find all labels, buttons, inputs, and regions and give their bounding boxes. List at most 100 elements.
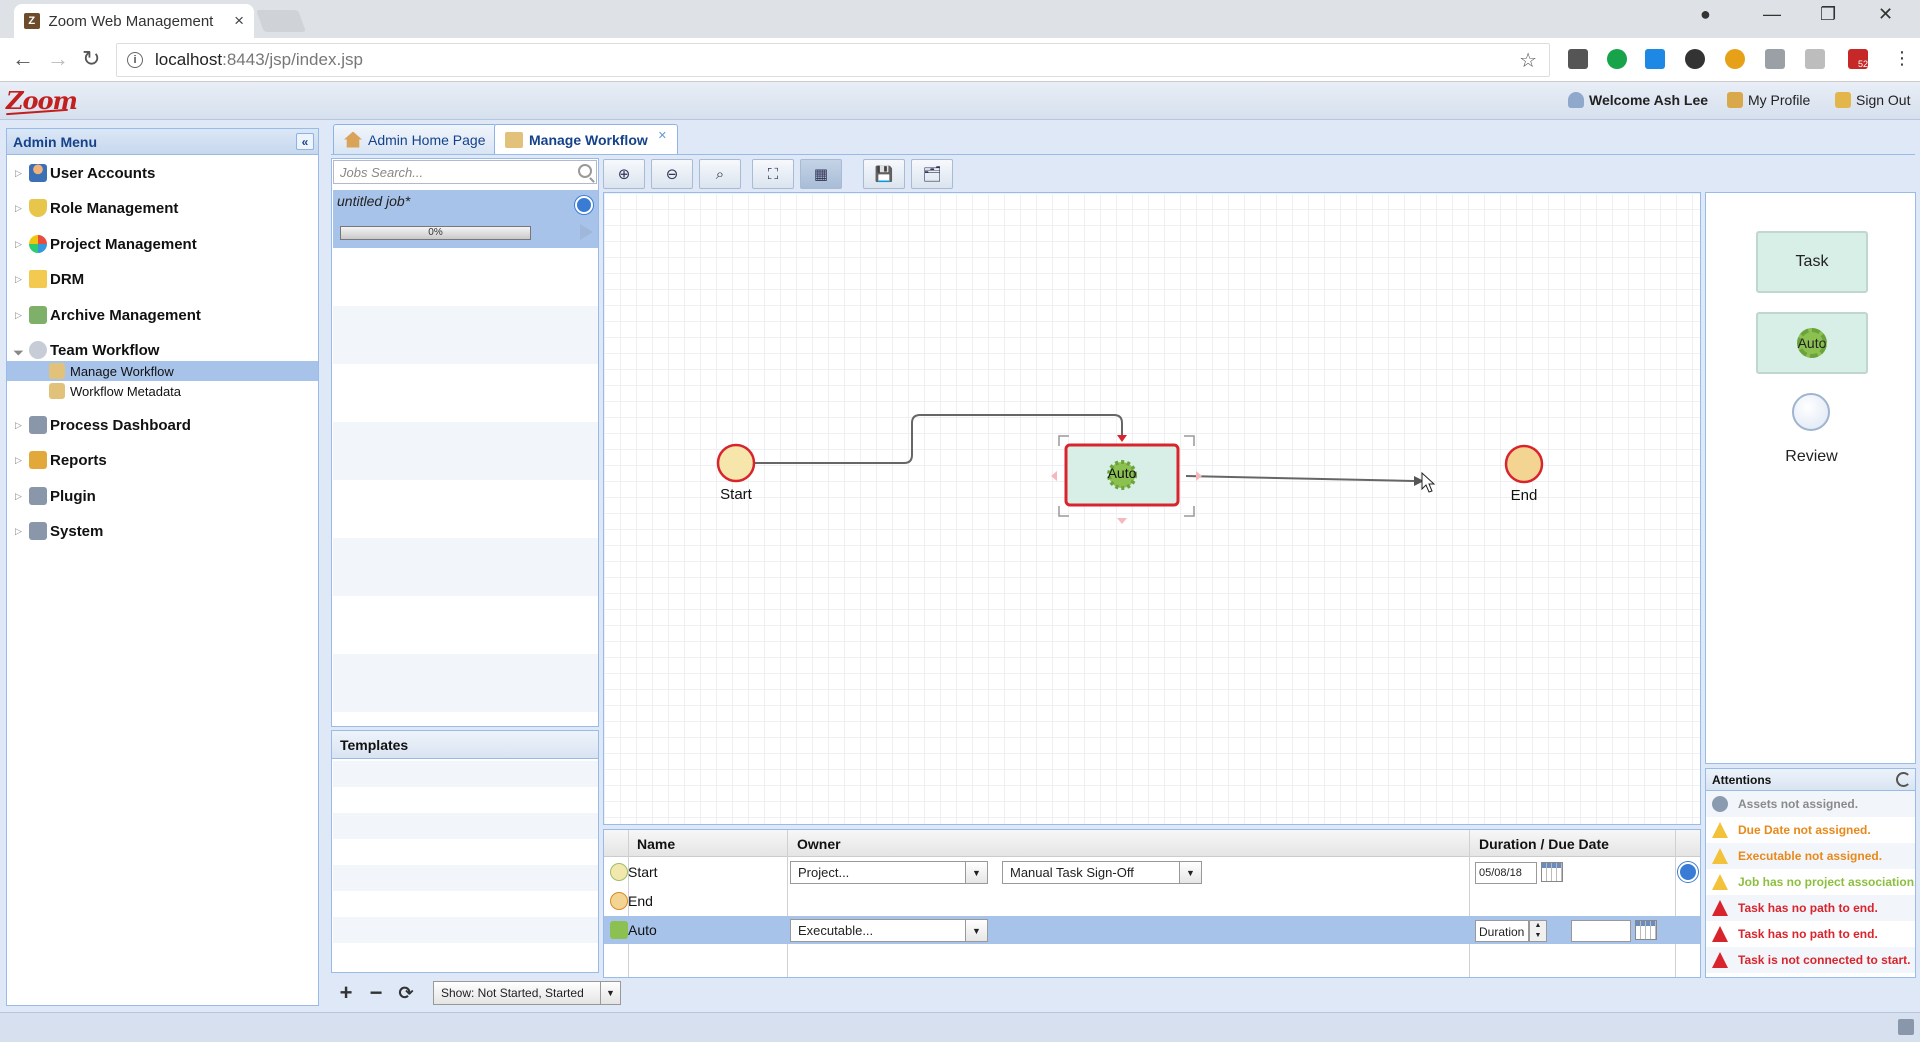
column-duration[interactable]: Duration / Due Date — [1479, 836, 1609, 852]
browser-tab[interactable]: Z Zoom Web Management × — [14, 4, 254, 38]
column-name[interactable]: Name — [637, 836, 675, 852]
add-job-button[interactable]: + — [331, 980, 361, 1006]
menu-item-manage-workflow[interactable]: Manage Workflow — [7, 361, 318, 381]
zoom-out-button[interactable]: ⊖ — [651, 159, 693, 189]
minimize-icon[interactable]: — — [1763, 4, 1781, 25]
menu-item-reports[interactable]: ▷ Reports — [7, 448, 318, 472]
expand-arrow-icon[interactable]: ▷ — [15, 239, 22, 250]
moon-icon[interactable] — [1685, 49, 1705, 69]
bookmark-star-icon[interactable]: ☆ — [1519, 48, 1537, 73]
duration-field[interactable]: Duration — [1475, 920, 1529, 942]
extension-icon[interactable] — [1765, 49, 1785, 69]
new-tab-button[interactable] — [255, 10, 307, 32]
attention-item[interactable]: Job has no project association. — [1706, 869, 1915, 895]
attention-item[interactable]: Due Date not assigned. — [1706, 817, 1915, 843]
table-row[interactable]: Start Project... ▼ Manual Task Sign-Off … — [604, 858, 1700, 886]
palette-auto[interactable]: Auto — [1756, 312, 1868, 374]
forward-icon[interactable]: → — [47, 46, 69, 72]
menu-item-drm[interactable]: ▷ DRM — [7, 267, 318, 291]
job-item[interactable]: untitled job* 0% — [333, 190, 598, 248]
toggle-grid-button[interactable]: ▦ — [800, 159, 842, 189]
back-icon[interactable]: ← — [12, 46, 34, 72]
attention-item[interactable]: Task has no path to end. — [1706, 921, 1915, 947]
mail-icon[interactable]: 52 — [1848, 49, 1868, 69]
chevron-down-icon[interactable]: ▼ — [965, 920, 987, 941]
palette-review[interactable] — [1792, 393, 1830, 431]
start-node[interactable] — [716, 443, 756, 483]
window-close-icon[interactable]: ✕ — [1878, 4, 1893, 25]
browser-menu-icon[interactable]: ⋮ — [1893, 48, 1911, 69]
expand-arrow-icon[interactable]: ▷ — [15, 274, 22, 285]
attention-item[interactable]: Assets not assigned. — [1706, 791, 1915, 817]
menu-item-plugin[interactable]: ▷ Plugin — [7, 484, 318, 508]
refresh-jobs-button[interactable]: ⟳ — [391, 983, 421, 1004]
menu-item-user-accounts[interactable]: ▷ User Accounts — [7, 161, 318, 185]
close-tab-icon[interactable]: × — [234, 11, 244, 31]
port-handle[interactable] — [1196, 471, 1202, 481]
info-icon[interactable]: i — [127, 52, 143, 68]
end-node[interactable] — [1504, 444, 1544, 484]
zoom-in-button[interactable]: ⊕ — [603, 159, 645, 189]
remove-job-button[interactable]: − — [361, 980, 391, 1006]
due-date-field[interactable]: 05/08/18 — [1475, 862, 1537, 884]
search-icon[interactable] — [578, 164, 592, 178]
menu-item-workflow-metadata[interactable]: Workflow Metadata — [7, 381, 318, 401]
expand-arrow-icon[interactable]: ▷ — [15, 455, 22, 466]
expand-arrow-icon[interactable]: ▷ — [15, 526, 22, 537]
attention-item[interactable]: Task is not connected to start. — [1706, 947, 1915, 973]
url-field[interactable]: i localhost:8443/jsp/index.jsp ☆ — [116, 43, 1550, 77]
restore-icon[interactable]: ❐ — [1820, 4, 1836, 25]
executable-select[interactable]: Executable... ▼ — [790, 919, 988, 942]
collapse-arrow-icon[interactable]: ◢ — [12, 344, 25, 357]
menu-item-process-dashboard[interactable]: ▷ Process Dashboard — [7, 413, 318, 437]
zoom-reset-button[interactable]: ⌕ — [699, 159, 741, 189]
attention-item[interactable]: Executable not assigned. — [1706, 843, 1915, 869]
duration-stepper[interactable]: ▲ ▼ — [1529, 920, 1547, 942]
grammarly-icon[interactable] — [1607, 49, 1627, 69]
save-button[interactable]: 💾 — [863, 159, 905, 189]
my-profile-link[interactable]: My Profile — [1727, 92, 1810, 108]
save-as-button[interactable]: 🗂 — [911, 159, 953, 189]
port-handle[interactable] — [1117, 518, 1127, 524]
menu-item-team-workflow[interactable]: ◢ Team Workflow — [7, 338, 318, 362]
sign-out-link[interactable]: Sign Out — [1835, 92, 1910, 108]
expand-arrow-icon[interactable]: ▷ — [15, 168, 22, 179]
extension-icon[interactable] — [1805, 49, 1825, 69]
chevron-down-icon[interactable]: ▼ — [1179, 862, 1201, 883]
owner-select[interactable]: Project... ▼ — [790, 861, 988, 884]
workflow-canvas[interactable]: Start Auto End — [603, 192, 1701, 825]
expand-arrow-icon[interactable]: ▷ — [15, 491, 22, 502]
menu-item-archive-management[interactable]: ▷ Archive Management — [7, 303, 318, 327]
connector-auto-out[interactable] — [1185, 475, 1415, 482]
signoff-select[interactable]: Manual Task Sign-Off ▼ — [1002, 861, 1202, 884]
chevron-down-icon[interactable]: ▼ — [965, 862, 987, 883]
attention-item[interactable]: Task has no path to end. — [1706, 895, 1915, 921]
expand-arrow-icon[interactable]: ▷ — [15, 203, 22, 214]
power-icon[interactable] — [1678, 862, 1698, 882]
play-icon[interactable] — [580, 224, 593, 240]
account-icon[interactable]: ● — [1700, 4, 1711, 25]
close-tab-icon[interactable]: ✕ — [658, 129, 667, 142]
tab-admin-home-page[interactable]: Admin Home Page — [333, 124, 497, 154]
reload-icon[interactable]: ↻ — [82, 46, 100, 72]
menu-item-role-management[interactable]: ▷ Role Management — [7, 196, 318, 220]
menu-item-project-management[interactable]: ▷ Project Management — [7, 232, 318, 256]
port-handle[interactable] — [1051, 471, 1057, 481]
fit-to-screen-button[interactable]: ⛶ — [752, 159, 794, 189]
calendar-icon[interactable] — [1541, 862, 1563, 882]
show-filter-select[interactable]: Show: Not Started, Started ▼ — [433, 981, 621, 1005]
power-icon[interactable] — [575, 196, 593, 214]
column-owner[interactable]: Owner — [797, 836, 841, 852]
tab-manage-workflow[interactable]: Manage Workflow ✕ — [494, 124, 678, 155]
extension-icon[interactable] — [1645, 49, 1665, 69]
expand-arrow-icon[interactable]: ▷ — [15, 310, 22, 321]
extension-icon[interactable] — [1725, 49, 1745, 69]
jobs-search-input[interactable]: Jobs Search... — [333, 160, 597, 184]
menu-item-system[interactable]: ▷ System — [7, 519, 318, 543]
palette-task[interactable]: Task — [1756, 231, 1868, 293]
expand-arrow-icon[interactable]: ▷ — [15, 420, 22, 431]
chevron-down-icon[interactable]: ▼ — [600, 982, 620, 1004]
due-date-field[interactable] — [1571, 920, 1631, 942]
table-row[interactable]: Auto Executable... ▼ Duration ▲ ▼ — [604, 916, 1700, 944]
table-row[interactable]: End — [604, 887, 1700, 915]
